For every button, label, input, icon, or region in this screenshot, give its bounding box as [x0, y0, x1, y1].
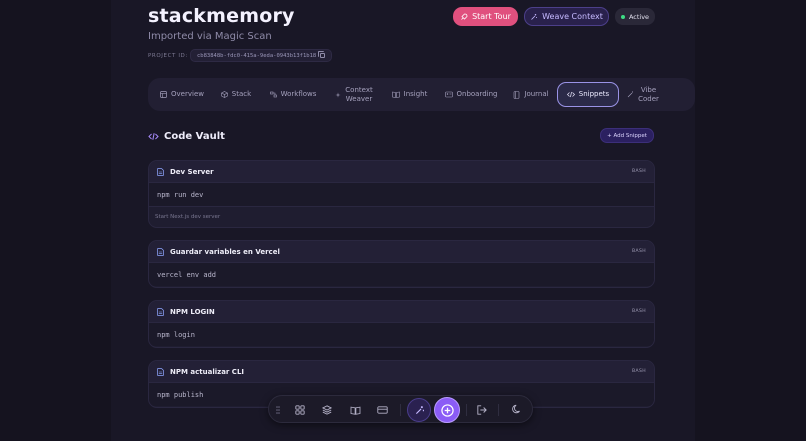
weave-context-label: Weave Context: [542, 12, 603, 21]
status-dot: [620, 14, 625, 19]
dock-divider: [498, 404, 499, 416]
cube-icon: [220, 91, 228, 98]
book-open-icon[interactable]: [345, 400, 365, 420]
snippet-card[interactable]: Guardar variables en Vercel BASH vercel …: [148, 240, 655, 288]
tab-label: Journal: [524, 90, 549, 98]
logout-icon[interactable]: [472, 400, 492, 420]
id-card-icon: [444, 91, 453, 98]
code-icon: [566, 91, 575, 98]
tab-label: Onboarding: [456, 90, 498, 98]
tab-snippets[interactable]: Snippets: [557, 82, 619, 107]
snippet-title: NPM actualizar CLI: [170, 367, 245, 376]
tab-label: Insight: [403, 90, 428, 98]
snippet-description: Start Next.js dev server: [149, 206, 654, 226]
start-tour-label: Start Tour: [472, 12, 511, 21]
file-icon: [157, 307, 164, 316]
code-icon: [148, 132, 159, 140]
snippet-header: NPM actualizar CLI BASH: [149, 361, 654, 383]
project-id-label: PROJECT ID:: [148, 53, 188, 59]
snippet-title: Guardar variables en Vercel: [170, 247, 280, 256]
snippet-header: Dev Server BASH: [149, 161, 654, 183]
page-title: stackmemory: [148, 5, 295, 27]
grid-icon: [160, 91, 167, 98]
project-id-chip[interactable]: cb83848b-fdc0-415a-9eda-0943b13f1b18: [190, 49, 333, 62]
dock-divider: [466, 404, 467, 416]
grid-icon[interactable]: [290, 400, 310, 420]
card-icon[interactable]: [372, 400, 392, 420]
tab-label: Workflows: [280, 90, 317, 98]
snippet-card[interactable]: NPM LOGIN BASH npm login: [148, 300, 655, 348]
layers-icon[interactable]: [317, 400, 337, 420]
tab-journal[interactable]: Journal: [505, 82, 557, 107]
page-subtitle: Imported via Magic Scan: [148, 31, 272, 42]
workflow-icon: [269, 91, 277, 98]
snippet-card[interactable]: Dev Server BASH npm run dev Start Next.j…: [148, 160, 655, 228]
tab-onboarding[interactable]: Onboarding: [437, 82, 505, 107]
status-label: Active: [628, 12, 650, 21]
sparkle-icon: [335, 91, 341, 98]
add-snippet-button[interactable]: + Add Snippet: [600, 128, 654, 143]
book-open-icon: [391, 91, 400, 98]
snippet-code[interactable]: npm login: [149, 323, 654, 346]
file-icon: [157, 247, 164, 256]
weave-icon[interactable]: [407, 398, 431, 422]
snippet-header: NPM LOGIN BASH: [149, 301, 654, 323]
tab-vibe-coder[interactable]: Vibe Coder: [619, 82, 667, 107]
snippet-header: Guardar variables en Vercel BASH: [149, 241, 654, 263]
snippet-code[interactable]: npm run dev: [149, 183, 654, 206]
snippet-language: BASH: [631, 309, 646, 314]
tab-insight[interactable]: Insight: [382, 82, 437, 107]
copy-icon[interactable]: [318, 51, 326, 58]
add-circle-button[interactable]: [434, 397, 460, 423]
tab-label: Context Weaver: [345, 85, 373, 103]
file-icon: [157, 167, 164, 176]
status-badge: Active: [615, 8, 655, 25]
snippet-title: NPM LOGIN: [170, 307, 215, 316]
wand-icon: [627, 91, 633, 98]
tab-bar: Overview Stack Workflows Context Weaver …: [148, 78, 695, 111]
tab-label: Vibe Coder: [638, 85, 659, 103]
tab-label: Overview: [171, 90, 204, 98]
weave-context-button[interactable]: Weave Context: [524, 7, 609, 26]
moon-icon[interactable]: [507, 399, 527, 419]
section-title: Code Vault: [148, 129, 225, 143]
rocket-icon: [461, 13, 468, 20]
file-icon: [157, 367, 164, 376]
floating-dock: [268, 395, 533, 423]
tab-label: Stack: [231, 90, 252, 98]
dock-divider: [400, 404, 401, 416]
snippet-title: Dev Server: [170, 167, 214, 176]
drag-handle-icon[interactable]: [271, 400, 285, 420]
tab-context-weaver[interactable]: Context Weaver: [326, 82, 382, 107]
tab-stack[interactable]: Stack: [212, 82, 260, 107]
snippet-language: BASH: [631, 369, 646, 374]
snippet-language: BASH: [631, 249, 646, 254]
notebook-icon: [514, 90, 520, 99]
tab-label: Snippets: [578, 90, 610, 98]
tab-workflows[interactable]: Workflows: [260, 82, 326, 107]
tab-overview[interactable]: Overview: [152, 82, 212, 107]
start-tour-button[interactable]: Start Tour: [453, 7, 518, 26]
section-title-label: Code Vault: [164, 130, 225, 142]
weave-icon: [531, 13, 537, 20]
snippet-code[interactable]: vercel env add: [149, 263, 654, 286]
project-id-value: cb83848b-fdc0-415a-9eda-0943b13f1b18: [197, 52, 317, 59]
snippet-language: BASH: [631, 169, 646, 174]
